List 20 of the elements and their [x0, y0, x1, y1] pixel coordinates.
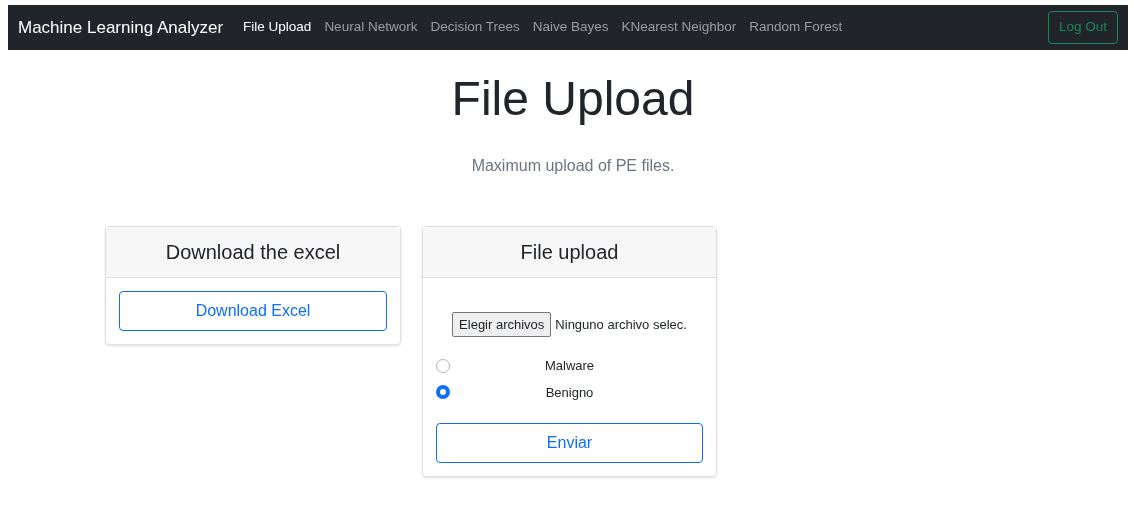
logout-button[interactable]: Log Out — [1047, 11, 1118, 44]
subtitle: Maximum upload of PE files. — [470, 155, 675, 176]
brand[interactable]: Machine Learning Analyzer — [18, 14, 224, 41]
submit-button[interactable]: Enviar — [436, 423, 703, 464]
choose-file-button[interactable]: Elegir archivos — [452, 311, 552, 338]
download-button[interactable]: Download Excel — [119, 290, 387, 331]
radio-label: Benigno — [544, 383, 595, 402]
nav-link[interactable]: Naive Bayes — [532, 17, 609, 38]
radio-button[interactable] — [436, 358, 450, 373]
radio-label: Malware — [543, 357, 596, 376]
card-title: Download the excel — [165, 239, 341, 265]
nav-link[interactable]: File Upload — [243, 17, 312, 38]
radio-button[interactable] — [436, 385, 450, 400]
nav-link[interactable]: Random Forest — [749, 17, 843, 38]
nav-link[interactable]: KNearest Neighbor — [621, 17, 737, 38]
file-status: Ninguno archivo selec. — [555, 315, 687, 334]
nav-link[interactable]: Neural Network — [324, 17, 418, 38]
card-title: File upload — [520, 239, 619, 265]
nav-link[interactable]: Decision Trees — [430, 17, 520, 38]
page-title: File Upload — [450, 71, 695, 127]
